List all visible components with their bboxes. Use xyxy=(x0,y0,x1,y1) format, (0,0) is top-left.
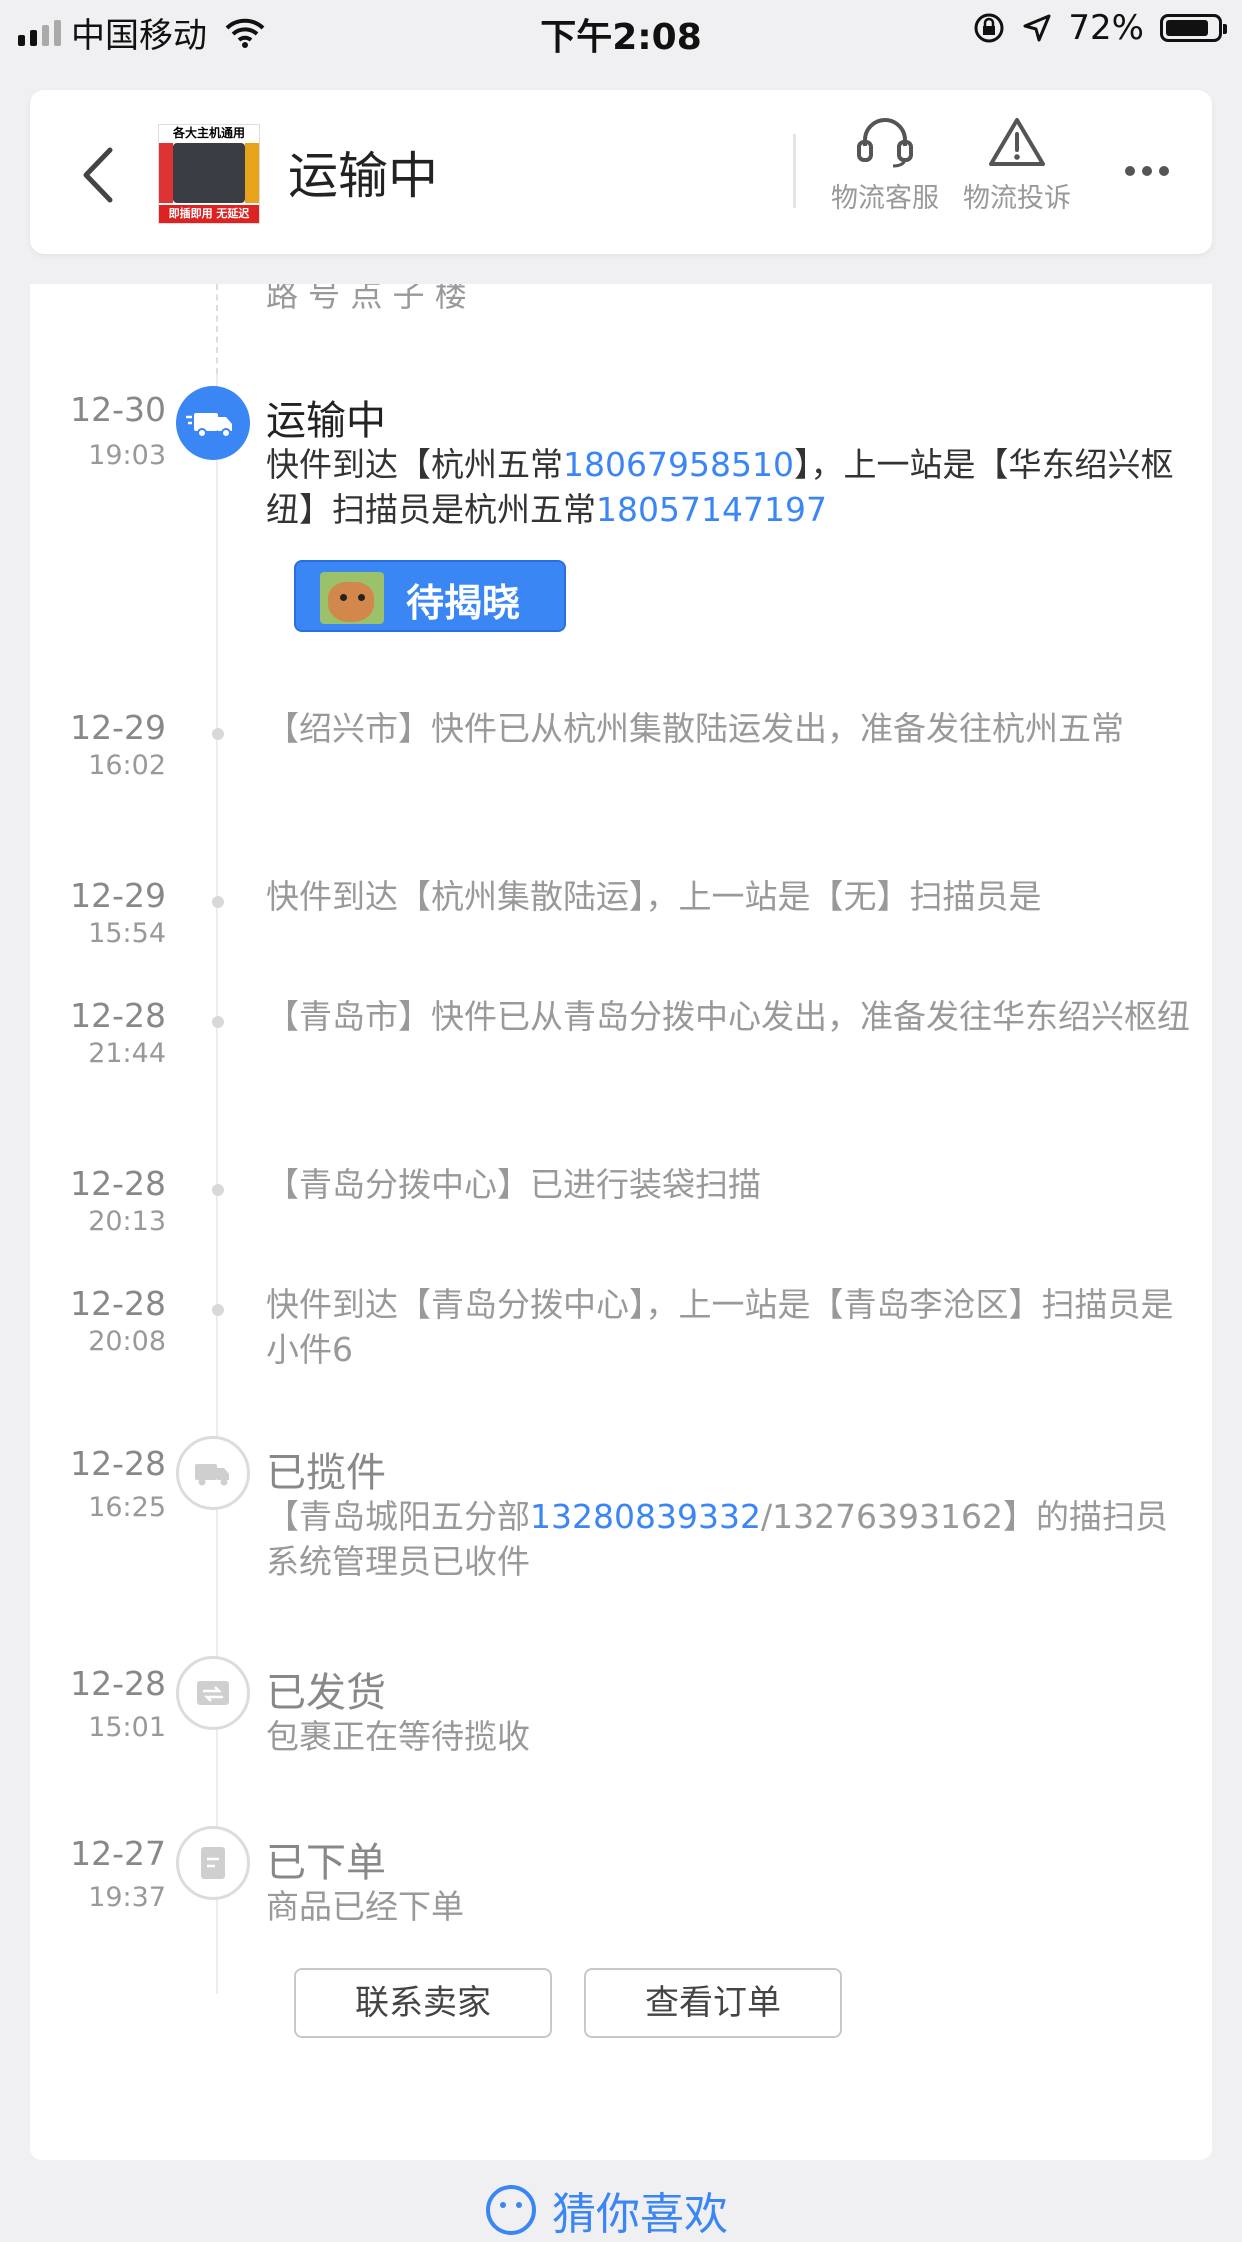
logistics-complaint-button[interactable]: 物流投诉 xyxy=(952,114,1082,215)
event-text: 【青岛分拨中心】已进行装袋扫描 xyxy=(266,1165,761,1204)
timeline-dot xyxy=(212,1304,224,1316)
view-order-button[interactable]: 查看订单 xyxy=(584,1968,842,2038)
event-time: 20:13 xyxy=(88,1206,166,1237)
event-date: 12-29 xyxy=(70,708,166,747)
timeline-dot xyxy=(212,896,224,908)
event-title: 已揽件 xyxy=(266,1450,386,1496)
headset-icon xyxy=(857,118,913,168)
page-title: 运输中 xyxy=(288,147,438,205)
event-text: 快件到达【杭州五常18067958510】，上一站是【华东绍兴枢纽】扫描员是杭州… xyxy=(266,442,1194,532)
event-text: 【绍兴市】快件已从杭州集散陆运发出，准备发往杭州五常 xyxy=(266,709,1124,748)
event-text-part: 快件到达【杭州五常 xyxy=(266,445,563,484)
order-document-icon xyxy=(176,1826,250,1900)
event-date: 12-28 xyxy=(70,1284,166,1323)
event-time: 19:37 xyxy=(88,1882,166,1913)
truck-icon xyxy=(176,386,250,460)
event-text-part: 【青岛城阳五分部 xyxy=(266,1497,530,1536)
timeline-dot xyxy=(212,1016,224,1028)
thumb-decor-left xyxy=(159,143,173,203)
back-button[interactable] xyxy=(70,140,130,210)
event-time: 21:44 xyxy=(88,1038,166,1069)
event-title: 已下单 xyxy=(266,1840,386,1886)
status-right: 72% xyxy=(972,8,1227,48)
guess-you-like-header[interactable]: 猜你喜欢 xyxy=(484,2178,728,2242)
event-title: 已发货 xyxy=(266,1670,386,1716)
logistics-service-button[interactable]: 物流客服 xyxy=(820,114,950,215)
smile-icon xyxy=(486,2185,536,2235)
event-date: 12-28 xyxy=(70,1444,166,1483)
event-time: 20:08 xyxy=(88,1326,166,1357)
event-text: 快件到达【青岛分拨中心】，上一站是【青岛李沧区】扫描员是小件6 xyxy=(266,1285,1174,1369)
event-date: 12-27 xyxy=(70,1834,166,1873)
event-date: 12-28 xyxy=(70,1164,166,1203)
phone-link[interactable]: 18067958510 xyxy=(563,445,794,484)
event-date: 12-30 xyxy=(70,390,166,429)
event-time: 15:54 xyxy=(88,918,166,949)
event-text: 【青岛市】快件已从青岛分拨中心发出，准备发往华东绍兴枢纽 xyxy=(266,997,1190,1036)
warning-icon xyxy=(989,118,1045,166)
more-menu-button[interactable] xyxy=(1125,166,1169,176)
event-time: 15:01 xyxy=(88,1712,166,1743)
event-text: 商品已经下单 xyxy=(266,1887,464,1926)
timeline-partial-text: 路 号 点 子 楼 xyxy=(266,284,467,314)
location-arrow-icon xyxy=(1023,14,1051,42)
logistics-timeline-card: 路 号 点 子 楼 12-30 19:03 运输中 快件到达【杭州五常18067… xyxy=(30,284,1212,2160)
event-date: 12-28 xyxy=(70,1664,166,1703)
badge-label: 待揭晓 xyxy=(406,581,521,625)
battery-icon xyxy=(1160,14,1227,42)
event-text: 【青岛城阳五分部13280839332/13276393162】的描扫员系统管理… xyxy=(266,1494,1194,1584)
thumb-decor-right xyxy=(245,143,259,203)
event-text: 快件到达【杭州集散陆运】，上一站是【无】扫描员是 xyxy=(266,877,1042,916)
avatar xyxy=(320,572,384,624)
timeline-dot xyxy=(212,1184,224,1196)
phone-link[interactable]: 13280839332 xyxy=(530,1497,761,1536)
product-thumbnail[interactable]: 各大主机通用 即插即用 无延迟 xyxy=(158,124,260,224)
event-time: 16:25 xyxy=(88,1492,166,1523)
event-text: 包裹正在等待揽收 xyxy=(266,1717,530,1756)
complaint-label: 物流投诉 xyxy=(963,183,1071,214)
header-divider xyxy=(793,134,796,208)
timeline-dash xyxy=(216,284,218,374)
event-time: 16:02 xyxy=(88,750,166,781)
logistics-header: 各大主机通用 即插即用 无延迟 运输中 物流客服 物流投诉 xyxy=(30,90,1212,254)
mystery-badge[interactable]: 待揭晓 xyxy=(294,560,566,632)
event-date: 12-29 xyxy=(70,876,166,915)
shipped-icon xyxy=(176,1656,250,1730)
guess-label: 猜你喜欢 xyxy=(552,2189,728,2240)
event-time: 19:03 xyxy=(88,440,166,471)
event-date: 12-28 xyxy=(70,996,166,1035)
event-title: 运输中 xyxy=(266,398,386,444)
thumb-device xyxy=(173,143,245,203)
battery-percent: 72% xyxy=(1068,8,1144,48)
thumb-caption-top: 各大主机通用 xyxy=(172,126,245,140)
phone-link[interactable]: 18057147197 xyxy=(596,490,827,529)
service-label: 物流客服 xyxy=(831,183,939,214)
timeline-dot xyxy=(212,728,224,740)
status-bar: 中国移动 下午2:08 72% xyxy=(0,0,1242,62)
rotation-lock-icon xyxy=(974,13,1004,43)
pickup-truck-icon xyxy=(176,1436,250,1510)
contact-seller-button[interactable]: 联系卖家 xyxy=(294,1968,552,2038)
thumb-caption-bottom: 即插即用 无延迟 xyxy=(159,205,259,223)
